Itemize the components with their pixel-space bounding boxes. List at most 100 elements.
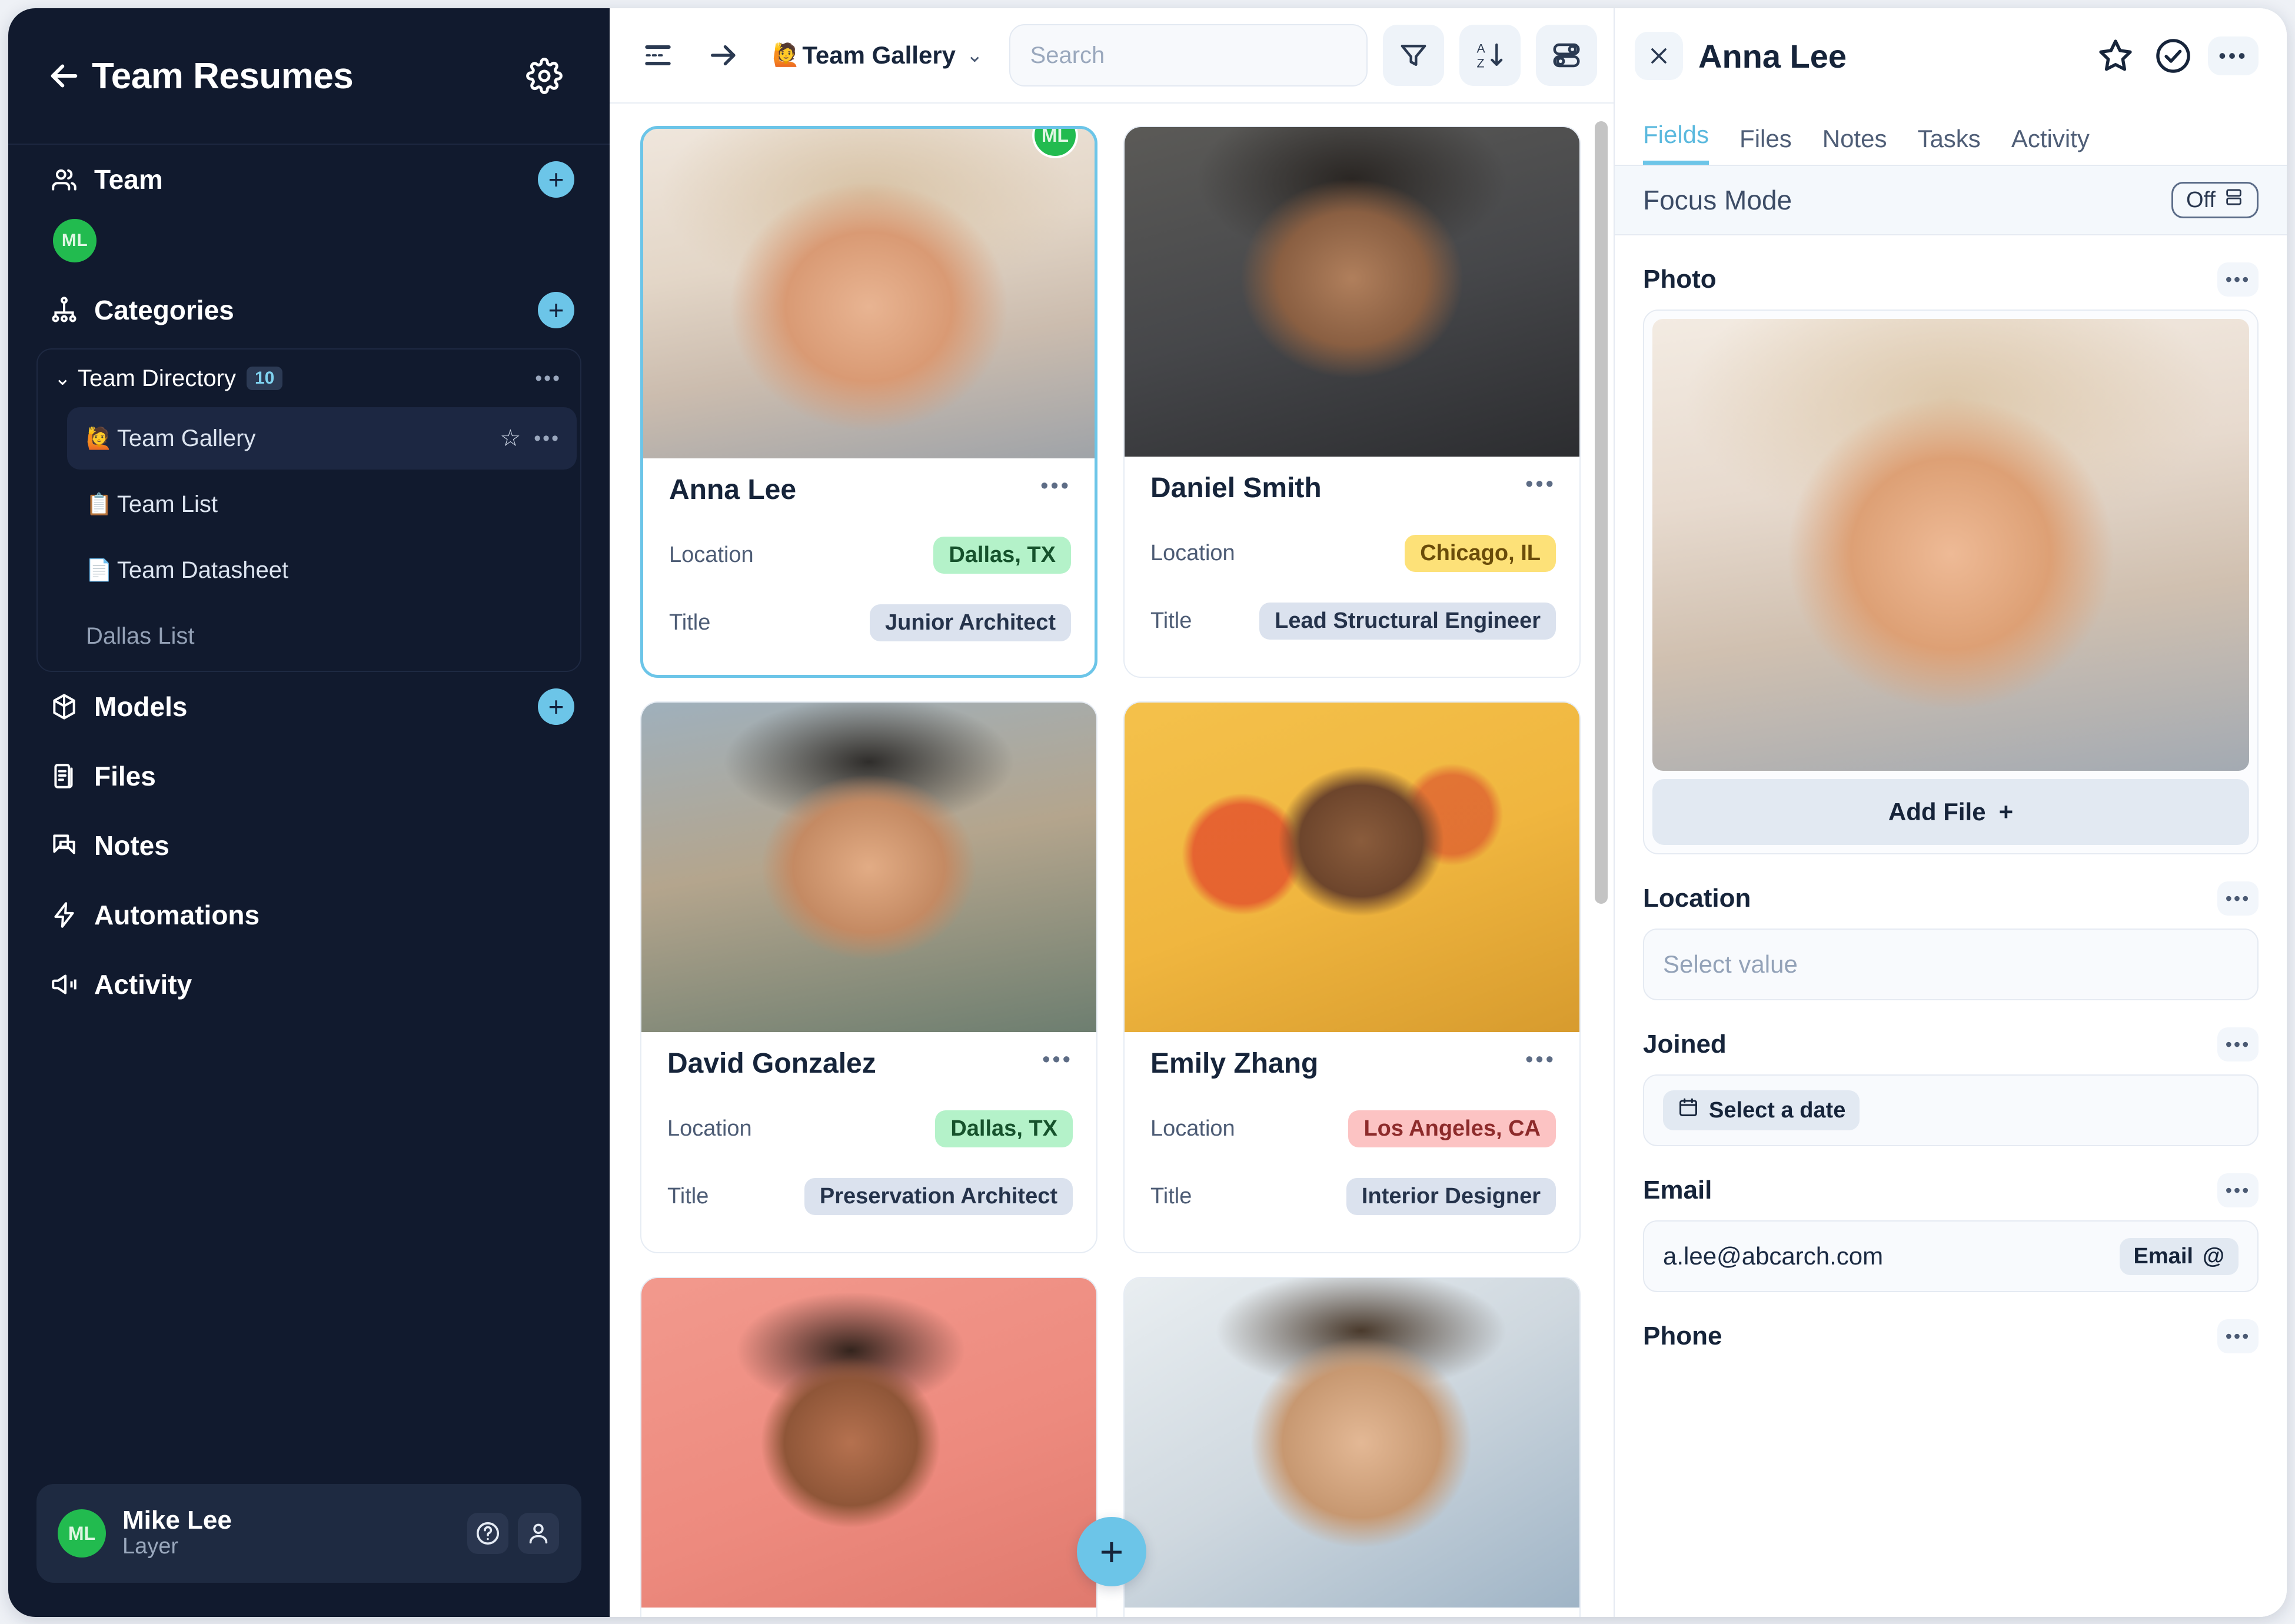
tab-tasks[interactable]: Tasks bbox=[1917, 125, 1980, 165]
sidebar-item-files[interactable]: Files bbox=[36, 741, 581, 811]
card-field-label: Location bbox=[669, 543, 754, 567]
category-group-team-directory: ⌄ Team Directory 10 ••• 🙋 Team Gallery ☆… bbox=[36, 348, 581, 672]
detail-more-icon[interactable]: ••• bbox=[2208, 36, 2259, 75]
sidebar-item-team-datasheet[interactable]: 📄 Team Datasheet bbox=[67, 539, 577, 601]
sidebar-item-team-list[interactable]: 📋 Team List bbox=[67, 473, 577, 535]
gallery-card-daniel-smith[interactable]: Daniel Smith ••• Location Chicago, IL Ti… bbox=[1123, 126, 1581, 678]
card-more-icon[interactable]: ••• bbox=[1525, 1047, 1556, 1073]
add-category-button[interactable]: + bbox=[538, 292, 574, 328]
focus-mode-toggle[interactable]: Off bbox=[2171, 182, 2259, 218]
sidebar-item-label-files: Files bbox=[94, 761, 156, 791]
avatar: ML bbox=[58, 1509, 106, 1558]
field-more-icon[interactable]: ••• bbox=[2217, 262, 2259, 297]
people-icon bbox=[48, 164, 80, 195]
card-title-chip: Interior Designer bbox=[1346, 1178, 1556, 1215]
card-photo bbox=[641, 1278, 1096, 1608]
sidebar-nav: Team + ML Categories + ⌄ Team Directory … bbox=[8, 145, 610, 1484]
person-icon[interactable] bbox=[518, 1513, 559, 1554]
gallery-card-anna-lee[interactable]: ML Anna Lee ••• Location Dallas, TX Titl… bbox=[640, 126, 1097, 678]
card-photo bbox=[1125, 127, 1579, 457]
field-more-icon[interactable]: ••• bbox=[2217, 1027, 2259, 1061]
location-select[interactable]: Select value bbox=[1643, 929, 2259, 1000]
gallery-scrollbar[interactable] bbox=[1595, 121, 1608, 904]
detail-fields-list: Photo ••• Add File + Location ••• Select… bbox=[1615, 235, 2287, 1617]
current-view-selector[interactable]: 🙋 Team Gallery ⌄ bbox=[772, 41, 983, 69]
focus-mode-bar: Focus Mode Off bbox=[1615, 166, 2287, 235]
sidebar-item-activity[interactable]: Activity bbox=[36, 950, 581, 1019]
add-file-button[interactable]: Add File + bbox=[1652, 779, 2249, 845]
card-more-icon[interactable]: ••• bbox=[1042, 1047, 1073, 1073]
question-circle-icon[interactable] bbox=[467, 1513, 508, 1554]
gallery-scroll-area: ML Anna Lee ••• Location Dallas, TX Titl… bbox=[610, 104, 1614, 1617]
search-input[interactable] bbox=[1009, 24, 1368, 86]
card-location-chip: Dallas, TX bbox=[935, 1110, 1073, 1147]
card-body bbox=[641, 1608, 1096, 1617]
gallery-card-david-gonzalez[interactable]: David Gonzalez ••• Location Dallas, TX T… bbox=[640, 701, 1097, 1253]
add-model-button[interactable]: + bbox=[538, 688, 574, 725]
star-icon[interactable] bbox=[2094, 34, 2137, 78]
layout-icon bbox=[2224, 187, 2244, 213]
chevron-down-icon[interactable]: ⌄ bbox=[966, 44, 983, 67]
arrow-right-icon[interactable] bbox=[706, 38, 741, 73]
sidebar-item-label-models: Models bbox=[94, 691, 188, 722]
card-field-label: Location bbox=[667, 1116, 752, 1141]
card-more-icon[interactable]: ••• bbox=[1040, 474, 1071, 499]
gallery-card-6[interactable] bbox=[1123, 1277, 1581, 1617]
category-more-icon[interactable]: ••• bbox=[535, 367, 561, 390]
page-title: Anna Lee bbox=[1698, 37, 1847, 75]
calendar-icon bbox=[1677, 1096, 1699, 1124]
card-location-chip: Dallas, TX bbox=[933, 537, 1071, 574]
sidebar-section-categories[interactable]: Categories + bbox=[36, 275, 581, 345]
card-body bbox=[1125, 1608, 1579, 1617]
sidebar-item-label-automations: Automations bbox=[94, 900, 260, 930]
photo-preview[interactable] bbox=[1652, 319, 2249, 771]
star-icon[interactable]: ☆ bbox=[500, 425, 521, 452]
select-date-button[interactable]: Select a date bbox=[1663, 1090, 1860, 1130]
field-more-icon[interactable]: ••• bbox=[2217, 1319, 2259, 1353]
category-header-team-directory[interactable]: ⌄ Team Directory 10 ••• bbox=[41, 353, 577, 404]
add-team-button[interactable]: + bbox=[538, 161, 574, 198]
tab-fields[interactable]: Fields bbox=[1643, 121, 1709, 165]
sidebar-section-team[interactable]: Team + bbox=[36, 145, 581, 214]
email-field[interactable]: a.lee@abcarch.com Email @ bbox=[1643, 1220, 2259, 1292]
chevron-down-icon[interactable]: ⌄ bbox=[54, 367, 78, 390]
field-more-icon[interactable]: ••• bbox=[2217, 1173, 2259, 1207]
card-body: David Gonzalez ••• Location Dallas, TX T… bbox=[641, 1032, 1096, 1252]
gear-icon[interactable] bbox=[526, 58, 563, 94]
user-profile-card[interactable]: ML Mike Lee Layer bbox=[36, 1484, 581, 1583]
filter-button[interactable] bbox=[1383, 25, 1444, 86]
gallery-card-emily-zhang[interactable]: Emily Zhang ••• Location Los Angeles, CA… bbox=[1123, 701, 1581, 1253]
email-action-button[interactable]: Email @ bbox=[2119, 1237, 2239, 1275]
sidebar-item-notes[interactable]: Notes bbox=[36, 811, 581, 880]
tab-activity[interactable]: Activity bbox=[2011, 125, 2090, 165]
search-field[interactable] bbox=[1030, 42, 1346, 69]
field-more-icon[interactable]: ••• bbox=[2217, 881, 2259, 916]
sidebar-item-models[interactable]: Models + bbox=[36, 672, 581, 741]
select-date-label: Select a date bbox=[1709, 1097, 1846, 1123]
group-button[interactable] bbox=[1536, 25, 1597, 86]
add-record-button[interactable]: + bbox=[1077, 1517, 1146, 1586]
field-label-phone: Phone bbox=[1643, 1322, 1722, 1350]
card-name: Anna Lee bbox=[669, 474, 797, 505]
back-arrow-icon[interactable] bbox=[45, 56, 84, 95]
card-field-label: Title bbox=[669, 610, 711, 635]
sort-button[interactable]: AZ bbox=[1459, 25, 1521, 86]
card-title-chip: Lead Structural Engineer bbox=[1259, 603, 1556, 640]
check-circle-icon[interactable] bbox=[2151, 34, 2195, 78]
field-label-photo: Photo bbox=[1643, 265, 1717, 294]
sidebar-item-more-icon[interactable]: ••• bbox=[534, 427, 560, 450]
sidebar: Team Resumes Team + ML Categories + ⌄ Te… bbox=[8, 8, 610, 1617]
field-label-joined: Joined bbox=[1643, 1030, 1727, 1059]
card-more-icon[interactable]: ••• bbox=[1525, 472, 1556, 497]
gallery-card-5[interactable] bbox=[640, 1277, 1097, 1617]
tab-files[interactable]: Files bbox=[1739, 125, 1792, 165]
tab-notes[interactable]: Notes bbox=[1822, 125, 1887, 165]
close-icon[interactable] bbox=[1635, 32, 1683, 80]
sidebar-item-dallas-list[interactable]: Dallas List bbox=[67, 605, 577, 667]
card-field-label: Title bbox=[667, 1184, 709, 1209]
sidebar-item-team-gallery[interactable]: 🙋 Team Gallery ☆ ••• bbox=[67, 407, 577, 470]
list-menu-icon[interactable] bbox=[640, 38, 676, 73]
team-member-avatar[interactable]: ML bbox=[53, 219, 97, 262]
joined-date-field[interactable]: Select a date bbox=[1643, 1074, 2259, 1146]
sidebar-item-automations[interactable]: Automations bbox=[36, 880, 581, 950]
